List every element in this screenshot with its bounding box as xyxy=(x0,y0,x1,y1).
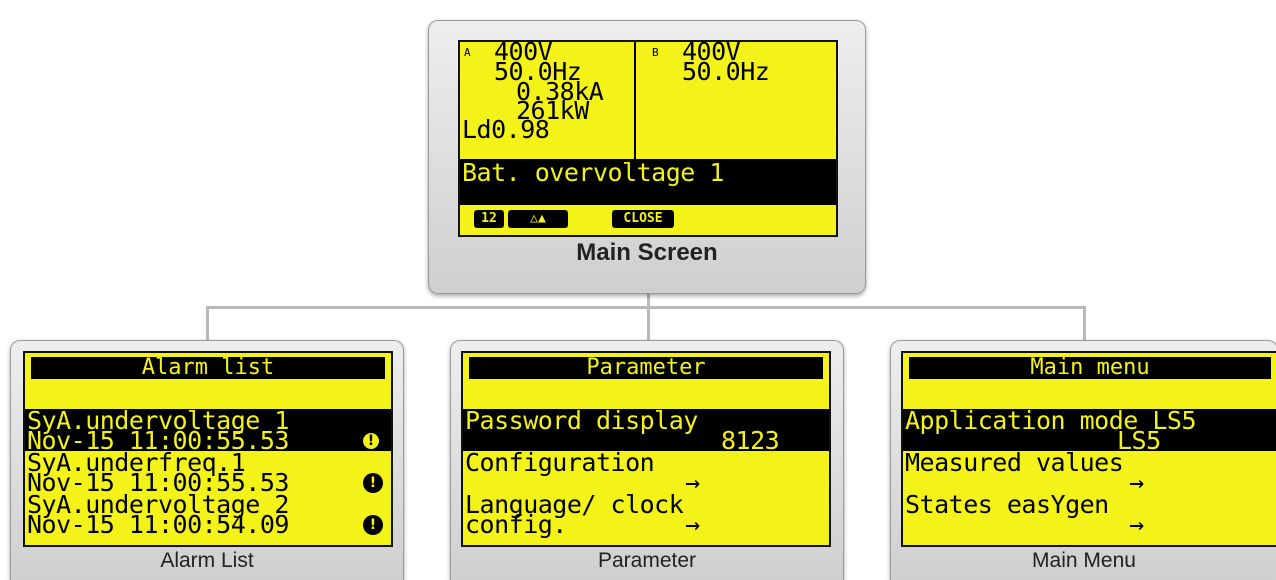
softkey-close[interactable]: CLOSE xyxy=(612,210,674,228)
main-menu-caption: Main Menu xyxy=(1032,549,1136,572)
softkey-count[interactable]: 12 xyxy=(474,210,504,228)
parameter-title: Parameter xyxy=(469,357,823,379)
parameter-caption: Parameter xyxy=(597,549,697,572)
main-screen-caption: Main Screen xyxy=(576,239,718,266)
gen-a-tag: A xyxy=(464,46,471,59)
gen-b-tag: B xyxy=(652,46,659,59)
parameter-lcd: Parameter Password display 8123 Configur… xyxy=(461,351,831,547)
exclamation-filled-icon: ! xyxy=(363,515,383,535)
main-screen-lcd: A 400V 50.0Hz 0.38kA 261kW Ld0.98 B 400V… xyxy=(458,40,838,237)
main-menu-device[interactable]: Main menu Application mode LS5 LS5 Measu… xyxy=(890,340,1276,580)
alarm-entry-3-time[interactable]: Nov-15 11:00:54.09 xyxy=(27,512,289,537)
menu-application-mode-value[interactable]: LS5 xyxy=(1117,428,1161,453)
main-menu-title: Main menu xyxy=(909,357,1271,379)
param-configuration-arrow[interactable]: → xyxy=(685,470,700,495)
param-configuration-label[interactable]: Configuration xyxy=(465,450,655,475)
param-language-label-2[interactable]: config. xyxy=(465,512,567,537)
alarm-list-caption: Alarm List xyxy=(160,549,254,572)
softkey-nav[interactable]: △▲ xyxy=(508,210,568,228)
alarm-list-title: Alarm list xyxy=(31,357,385,379)
exclamation-outline-icon: ! xyxy=(361,431,381,451)
gen-a-power-factor: Ld0.98 xyxy=(462,115,550,144)
main-menu-lcd: Main menu Application mode LS5 LS5 Measu… xyxy=(901,351,1276,547)
alarm-list-device[interactable]: Alarm list SyA.undervoltage 1 Nov-15 11:… xyxy=(10,340,404,580)
menu-measured-values-arrow[interactable]: → xyxy=(1129,470,1144,495)
parameter-device[interactable]: Parameter Password display 8123 Configur… xyxy=(450,340,844,580)
param-password-label[interactable]: Password display xyxy=(465,408,698,433)
alarm-list-lcd: Alarm list SyA.undervoltage 1 Nov-15 11:… xyxy=(23,351,393,547)
param-password-value[interactable]: 8123 xyxy=(721,428,780,453)
param-language-arrow[interactable]: → xyxy=(685,512,700,537)
gen-b-frequency: 50.0Hz xyxy=(682,57,770,86)
menu-measured-values-label[interactable]: Measured values xyxy=(905,450,1124,475)
main-screen-device[interactable]: A 400V 50.0Hz 0.38kA 261kW Ld0.98 B 400V… xyxy=(428,20,866,294)
menu-states-arrow[interactable]: → xyxy=(1129,512,1144,537)
gen-divider xyxy=(634,42,636,159)
alarm-message: Bat. overvoltage 1 xyxy=(462,158,724,187)
connector-horizontal xyxy=(206,306,1086,309)
menu-states-label[interactable]: States easYgen xyxy=(905,492,1109,517)
exclamation-filled-icon: ! xyxy=(363,473,383,493)
